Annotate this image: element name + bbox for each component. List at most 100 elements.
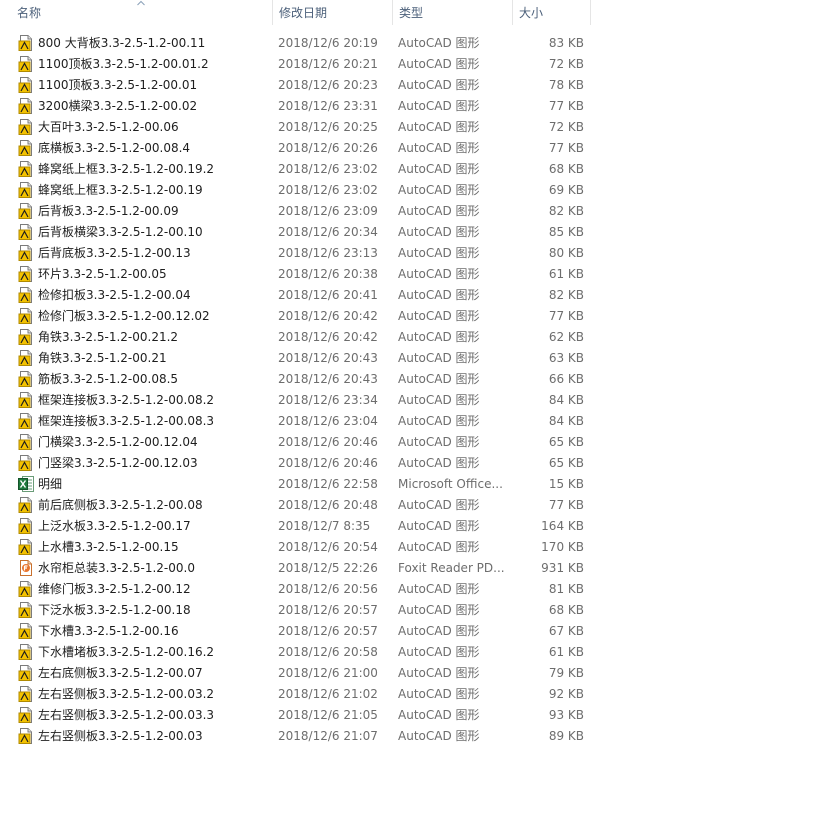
file-row[interactable]: 下泛水板3.3-2.5-1.2-00.18 2018/12/6 20:57 Auto… bbox=[0, 600, 815, 621]
file-row[interactable]: 框架连接板3.3-2.5-1.2-00.08.2 2018/12/6 23:34 A… bbox=[0, 390, 815, 411]
autocad-icon bbox=[18, 182, 34, 198]
file-date: 2018/12/6 20:43 bbox=[278, 351, 378, 365]
file-row[interactable]: 800 大背板3.3-2.5-1.2-00.11 2018/12/6 20:19 A… bbox=[0, 33, 815, 54]
file-size: 72 KB bbox=[548, 120, 584, 134]
file-size: 77 KB bbox=[548, 309, 584, 323]
file-size: 82 KB bbox=[548, 288, 584, 302]
file-row[interactable]: 下水槽3.3-2.5-1.2-00.16 2018/12/6 20:57 AutoC… bbox=[0, 621, 815, 642]
file-date: 2018/12/7 8:35 bbox=[278, 519, 371, 533]
file-row[interactable]: 水帘柜总装3.3-2.5-1.2-00.0 2018/12/5 22:26 Foxi… bbox=[0, 558, 815, 579]
file-name: 底横板3.3-2.5-1.2-00.08.4 bbox=[38, 141, 191, 155]
file-date: 2018/12/6 21:05 bbox=[278, 708, 378, 722]
file-date: 2018/12/6 20:57 bbox=[278, 624, 378, 638]
file-row[interactable]: 1100顶板3.3-2.5-1.2-00.01 2018/12/6 20:23 Au… bbox=[0, 75, 815, 96]
file-date: 2018/12/6 21:02 bbox=[278, 687, 378, 701]
column-header-date[interactable]: 修改日期 bbox=[272, 0, 391, 25]
file-date: 2018/12/6 20:56 bbox=[278, 582, 378, 596]
file-name: 1100顶板3.3-2.5-1.2-00.01 bbox=[38, 78, 198, 92]
file-row[interactable]: 3200横梁3.3-2.5-1.2-00.02 2018/12/6 23:31 Au… bbox=[0, 96, 815, 117]
file-size: 77 KB bbox=[548, 141, 584, 155]
file-row[interactable]: 左右底侧板3.3-2.5-1.2-00.07 2018/12/6 21:00 Aut… bbox=[0, 663, 815, 684]
file-row[interactable]: 后背板3.3-2.5-1.2-00.09 2018/12/6 23:09 AutoC… bbox=[0, 201, 815, 222]
file-row[interactable]: 底横板3.3-2.5-1.2-00.08.4 2018/12/6 20:26 Aut… bbox=[0, 138, 815, 159]
file-size: 69 KB bbox=[548, 183, 584, 197]
autocad-icon bbox=[18, 266, 34, 282]
file-name: 水帘柜总装3.3-2.5-1.2-00.0 bbox=[38, 561, 195, 575]
file-name: 角铁3.3-2.5-1.2-00.21.2 bbox=[38, 330, 179, 344]
file-name: 明细 bbox=[38, 477, 63, 491]
autocad-icon bbox=[18, 413, 34, 429]
file-row[interactable]: 门竖梁3.3-2.5-1.2-00.12.03 2018/12/6 20:46 Au… bbox=[0, 453, 815, 474]
file-date: 2018/12/6 20:21 bbox=[278, 57, 378, 71]
autocad-icon bbox=[18, 392, 34, 408]
file-row[interactable]: 1100顶板3.3-2.5-1.2-00.01.2 2018/12/6 20:21… bbox=[0, 54, 815, 75]
column-header-date-label: 修改日期 bbox=[279, 6, 328, 20]
column-header-type[interactable]: 类型 bbox=[392, 0, 511, 25]
file-row[interactable]: 后背板横梁3.3-2.5-1.2-00.10 2018/12/6 20:34 Aut… bbox=[0, 222, 815, 243]
file-date: 2018/12/6 20:38 bbox=[278, 267, 378, 281]
file-type: AutoCAD 图形 bbox=[398, 141, 480, 155]
file-size: 931 KB bbox=[541, 561, 584, 575]
file-type: AutoCAD 图形 bbox=[398, 330, 480, 344]
file-name: 检修扣板3.3-2.5-1.2-00.04 bbox=[38, 288, 191, 302]
file-type: AutoCAD 图形 bbox=[398, 729, 480, 743]
column-header-size-label: 大小 bbox=[519, 6, 544, 20]
file-size: 164 KB bbox=[541, 519, 584, 533]
autocad-icon bbox=[18, 350, 34, 366]
file-row[interactable]: 上泛水板3.3-2.5-1.2-00.17 2018/12/7 8:35 AutoC… bbox=[0, 516, 815, 537]
file-row[interactable]: 左右竖侧板3.3-2.5-1.2-00.03.2 2018/12/6 21:02 A… bbox=[0, 684, 815, 705]
file-date: 2018/12/6 23:13 bbox=[278, 246, 378, 260]
autocad-icon bbox=[18, 245, 34, 261]
file-date: 2018/12/6 20:42 bbox=[278, 330, 378, 344]
autocad-icon bbox=[18, 497, 34, 513]
file-row[interactable]: 检修扣板3.3-2.5-1.2-00.04 2018/12/6 20:41 Auto… bbox=[0, 285, 815, 306]
file-row[interactable]: 后背底板3.3-2.5-1.2-00.13 2018/12/6 23:13 Auto… bbox=[0, 243, 815, 264]
file-row[interactable]: 角铁3.3-2.5-1.2-00.21.2 2018/12/6 20:42 Auto… bbox=[0, 327, 815, 348]
autocad-icon bbox=[18, 539, 34, 555]
file-row[interactable]: 蜂窝纸上框3.3-2.5-1.2-00.19.2 2018/12/6 23:02 A… bbox=[0, 159, 815, 180]
file-name: 下水槽堵板3.3-2.5-1.2-00.16.2 bbox=[38, 645, 215, 659]
file-date: 2018/12/5 22:26 bbox=[278, 561, 378, 575]
file-type: AutoCAD 图形 bbox=[398, 540, 480, 554]
file-size: 80 KB bbox=[548, 246, 584, 260]
autocad-icon bbox=[18, 329, 34, 345]
file-row[interactable]: 检修门板3.3-2.5-1.2-00.12.02 2018/12/6 20:42 A… bbox=[0, 306, 815, 327]
file-date: 2018/12/6 23:04 bbox=[278, 414, 378, 428]
file-row[interactable]: 明细 2018/12/6 22:58 Microsoft Office... 15 K… bbox=[0, 474, 815, 495]
file-name: 后背板3.3-2.5-1.2-00.09 bbox=[38, 204, 179, 218]
autocad-icon bbox=[18, 434, 34, 450]
autocad-icon bbox=[18, 665, 34, 681]
file-type: AutoCAD 图形 bbox=[398, 456, 480, 470]
file-type: AutoCAD 图形 bbox=[398, 666, 480, 680]
file-row[interactable]: 环片3.3-2.5-1.2-00.05 2018/12/6 20:38 AutoCA… bbox=[0, 264, 815, 285]
file-name: 下水槽3.3-2.5-1.2-00.16 bbox=[38, 624, 179, 638]
file-row[interactable]: 前后底侧板3.3-2.5-1.2-00.08 2018/12/6 20:48 Aut… bbox=[0, 495, 815, 516]
file-row[interactable]: 蜂窝纸上框3.3-2.5-1.2-00.19 2018/12/6 23:02 Aut… bbox=[0, 180, 815, 201]
file-row[interactable]: 门横梁3.3-2.5-1.2-00.12.04 2018/12/6 20:46 Au… bbox=[0, 432, 815, 453]
file-date: 2018/12/6 20:58 bbox=[278, 645, 378, 659]
file-type: AutoCAD 图形 bbox=[398, 414, 480, 428]
autocad-icon bbox=[18, 686, 34, 702]
file-name: 左右竖侧板3.3-2.5-1.2-00.03.3 bbox=[38, 708, 215, 722]
file-date: 2018/12/6 23:02 bbox=[278, 162, 378, 176]
file-row[interactable]: 上水槽3.3-2.5-1.2-00.15 2018/12/6 20:54 AutoC… bbox=[0, 537, 815, 558]
file-row[interactable]: 筋板3.3-2.5-1.2-00.08.5 2018/12/6 20:43 Auto… bbox=[0, 369, 815, 390]
autocad-icon bbox=[18, 77, 34, 93]
file-size: 81 KB bbox=[548, 582, 584, 596]
autocad-icon bbox=[18, 224, 34, 240]
file-size: 79 KB bbox=[548, 666, 584, 680]
file-row[interactable]: 框架连接板3.3-2.5-1.2-00.08.3 2018/12/6 23:04 A… bbox=[0, 411, 815, 432]
file-size: 68 KB bbox=[548, 603, 584, 617]
file-size: 84 KB bbox=[548, 414, 584, 428]
file-row[interactable]: 下水槽堵板3.3-2.5-1.2-00.16.2 2018/12/6 20:58 A… bbox=[0, 642, 815, 663]
file-row[interactable]: 左右竖侧板3.3-2.5-1.2-00.03 2018/12/6 21:07 Aut… bbox=[0, 726, 815, 747]
file-type: AutoCAD 图形 bbox=[398, 183, 480, 197]
file-row[interactable]: 左右竖侧板3.3-2.5-1.2-00.03.3 2018/12/6 21:05 A… bbox=[0, 705, 815, 726]
column-header-type-label: 类型 bbox=[399, 6, 424, 20]
file-row[interactable]: 角铁3.3-2.5-1.2-00.21 2018/12/6 20:43 AutoCA… bbox=[0, 348, 815, 369]
file-row[interactable]: 大百叶3.3-2.5-1.2-00.06 2018/12/6 20:25 AutoC… bbox=[0, 117, 815, 138]
column-header-size[interactable]: 大小 bbox=[512, 0, 591, 25]
file-row[interactable]: 维修门板3.3-2.5-1.2-00.12 2018/12/6 20:56 Auto… bbox=[0, 579, 815, 600]
autocad-icon bbox=[18, 161, 34, 177]
file-type: AutoCAD 图形 bbox=[398, 435, 480, 449]
